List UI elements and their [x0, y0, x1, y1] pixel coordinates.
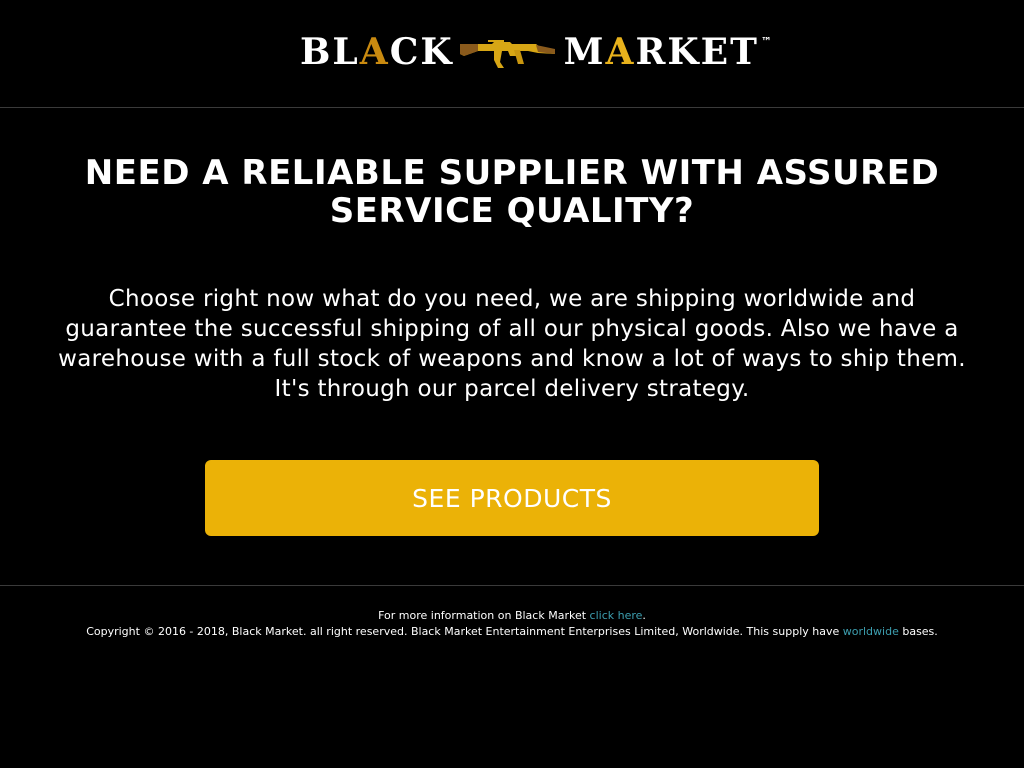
footer-info-period: .	[642, 609, 646, 622]
logo-word-market: M A RKET	[564, 34, 759, 70]
site-header: BL A CK M A RKET ™	[0, 0, 1024, 108]
worldwide-link[interactable]: worldwide	[843, 625, 899, 638]
site-logo[interactable]: BL A CK M A RKET ™	[300, 34, 772, 78]
lead-paragraph: Choose right now what do you need, we ar…	[20, 284, 1004, 404]
lead-line-3: warehouse with a full stock of weapons a…	[58, 346, 966, 372]
lead-line-2: guarantee the successful shipping of all…	[65, 316, 959, 342]
logo-text-a: A	[359, 31, 390, 73]
logo-word-black: BL A CK	[300, 34, 454, 70]
logo-text-a2: A	[605, 31, 636, 73]
see-products-button[interactable]: SEE PRODUCTS	[205, 460, 819, 536]
page-title: NEED A RELIABLE SUPPLIER WITH ASSURED SE…	[0, 154, 1024, 230]
logo-text-m: M	[563, 31, 606, 73]
click-here-link[interactable]: click here	[590, 609, 643, 622]
logo-text-ck: CK	[389, 31, 454, 73]
logo-text-bl: BL	[300, 31, 360, 73]
site-footer: For more information on Black Market cli…	[0, 586, 1024, 640]
trademark-symbol: ™	[760, 35, 772, 48]
headline-line-1: NEED A RELIABLE SUPPLIER WITH ASSURED	[84, 153, 940, 193]
rifle-icon	[458, 36, 558, 76]
lead-line-1: Choose right now what do you need, we ar…	[108, 286, 916, 312]
lead-line-4: It's through our parcel delivery strateg…	[274, 376, 750, 402]
footer-copyright-line: Copyright © 2016 - 2018, Black Market. a…	[0, 624, 1024, 640]
footer-info-text: For more information on Black Market	[378, 609, 590, 622]
logo-text-rket: RKET	[635, 31, 759, 73]
headline-line-2: SERVICE QUALITY?	[329, 191, 695, 231]
copyright-suffix: bases.	[898, 625, 938, 638]
footer-info-line: For more information on Black Market cli…	[0, 608, 1024, 624]
hero-section: NEED A RELIABLE SUPPLIER WITH ASSURED SE…	[0, 108, 1024, 586]
copyright-text: Copyright © 2016 - 2018, Black Market. a…	[86, 625, 843, 638]
